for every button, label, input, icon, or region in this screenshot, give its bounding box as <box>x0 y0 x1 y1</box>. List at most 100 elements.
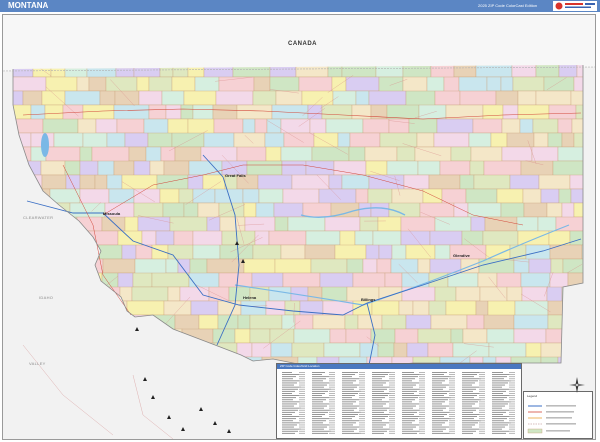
zip-area[interactable] <box>221 160 248 176</box>
zip-area[interactable] <box>502 104 519 120</box>
zip-area[interactable] <box>149 160 165 176</box>
zip-area[interactable] <box>354 230 374 246</box>
zip-area[interactable] <box>377 216 402 232</box>
zip-area[interactable] <box>439 160 471 176</box>
zip-area[interactable] <box>417 328 452 344</box>
zip-area[interactable] <box>274 258 312 274</box>
zip-area[interactable] <box>384 272 403 288</box>
zip-area[interactable] <box>417 160 441 176</box>
zip-area[interactable] <box>287 216 326 232</box>
zip-area[interactable] <box>370 202 390 218</box>
zip-area[interactable] <box>280 244 306 260</box>
zip-area[interactable] <box>517 230 550 246</box>
zip-area[interactable] <box>171 76 196 92</box>
zip-area[interactable] <box>192 244 221 260</box>
zip-area[interactable] <box>321 104 353 120</box>
zip-area[interactable] <box>114 90 140 106</box>
zip-area[interactable] <box>190 300 219 316</box>
zip-area[interactable] <box>95 118 118 134</box>
zip-area[interactable] <box>282 272 321 288</box>
zip-area[interactable] <box>345 76 380 92</box>
zip-area[interactable] <box>379 132 418 148</box>
zip-area[interactable] <box>419 202 455 218</box>
zip-area[interactable] <box>496 188 524 204</box>
zip-area[interactable] <box>249 314 283 330</box>
zip-area[interactable] <box>273 202 304 218</box>
zip-area[interactable] <box>45 146 81 162</box>
zip-area[interactable] <box>341 174 370 190</box>
zip-area[interactable] <box>561 132 575 148</box>
zip-area[interactable] <box>79 174 96 190</box>
zip-area[interactable] <box>280 146 313 162</box>
zip-area[interactable] <box>99 90 116 106</box>
zip-area[interactable] <box>516 216 539 232</box>
zip-area[interactable] <box>520 272 551 288</box>
zip-area[interactable] <box>488 342 527 358</box>
zip-area[interactable] <box>540 188 560 204</box>
zip-area[interactable] <box>365 160 388 176</box>
zip-area[interactable] <box>243 258 276 274</box>
zip-area[interactable] <box>357 314 383 330</box>
zip-area[interactable] <box>251 272 284 288</box>
zip-area[interactable] <box>301 90 334 106</box>
zip-area[interactable] <box>513 258 530 274</box>
zip-area[interactable] <box>433 132 470 148</box>
zip-area[interactable] <box>461 230 484 246</box>
zip-area[interactable] <box>486 76 502 92</box>
zip-area[interactable] <box>159 188 180 204</box>
zip-area[interactable] <box>165 258 179 274</box>
zip-area[interactable] <box>388 118 410 134</box>
zip-area[interactable] <box>268 286 292 302</box>
zip-area[interactable] <box>417 258 431 274</box>
zip-area[interactable] <box>133 202 164 218</box>
zip-area[interactable] <box>171 132 205 148</box>
map-frame[interactable]: CANADA Great Falls Missoula Helena Billi… <box>2 14 596 440</box>
zip-area[interactable] <box>506 286 523 302</box>
zip-area[interactable] <box>405 244 436 260</box>
zip-area[interactable] <box>468 132 492 148</box>
zip-area[interactable] <box>472 118 503 134</box>
zip-area[interactable] <box>506 132 535 148</box>
zip-area[interactable] <box>359 216 379 232</box>
zip-area[interactable] <box>228 286 251 302</box>
zip-area[interactable] <box>428 174 461 190</box>
zip-area[interactable] <box>533 132 549 148</box>
zip-area[interactable] <box>329 328 347 344</box>
zip-area[interactable] <box>88 76 107 92</box>
zip-area[interactable] <box>242 118 256 134</box>
zip-area[interactable] <box>482 104 504 120</box>
zip-area[interactable] <box>165 104 182 120</box>
zip-area[interactable] <box>155 230 175 246</box>
zip-area[interactable] <box>162 202 185 218</box>
zip-area[interactable] <box>102 258 136 274</box>
zip-area[interactable] <box>346 258 364 274</box>
zip-area[interactable] <box>76 76 90 92</box>
zip-area[interactable] <box>44 104 64 120</box>
zip-area[interactable] <box>304 244 336 260</box>
zip-area[interactable] <box>124 132 149 148</box>
zip-area[interactable] <box>53 132 84 148</box>
zip-area[interactable] <box>376 258 392 274</box>
zip-area[interactable] <box>500 76 514 92</box>
zip-area[interactable] <box>517 104 550 120</box>
zip-area[interactable] <box>521 286 548 302</box>
zip-area[interactable] <box>198 314 219 330</box>
zip-area[interactable] <box>557 118 573 134</box>
zip-area[interactable] <box>332 90 357 106</box>
zip-area[interactable] <box>249 328 271 344</box>
zip-area[interactable] <box>348 146 366 162</box>
zip-area[interactable] <box>323 342 361 358</box>
zip-area[interactable] <box>217 300 242 316</box>
zip-area[interactable] <box>381 314 407 330</box>
zip-area[interactable] <box>405 314 432 330</box>
zip-area[interactable] <box>268 230 307 246</box>
zip-area[interactable] <box>535 90 572 106</box>
zip-area[interactable] <box>408 118 438 134</box>
zip-area[interactable] <box>138 90 163 106</box>
zip-area[interactable] <box>302 202 332 218</box>
zip-area[interactable] <box>217 314 239 330</box>
zip-area[interactable] <box>242 188 260 204</box>
zip-area[interactable] <box>163 300 192 316</box>
zip-area[interactable] <box>312 314 346 330</box>
zip-area[interactable] <box>108 188 135 204</box>
